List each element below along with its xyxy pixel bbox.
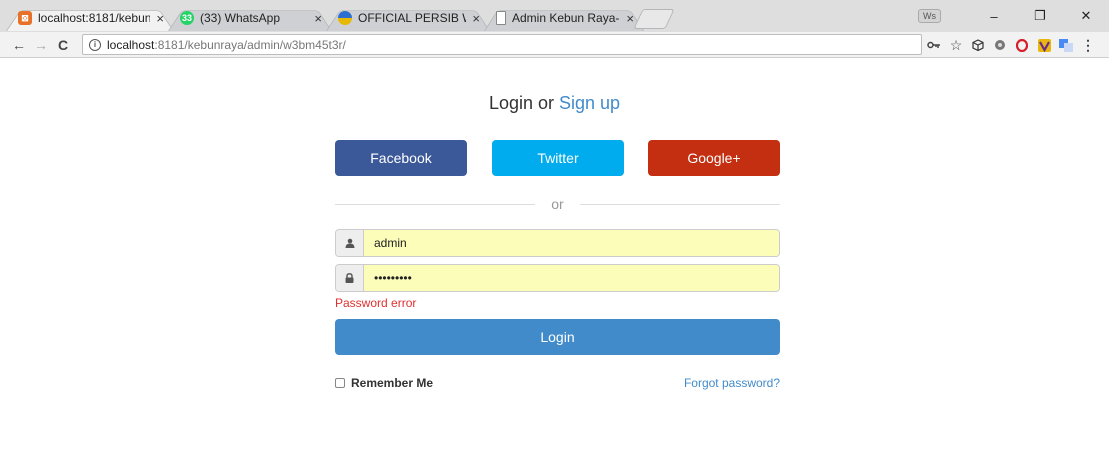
- forgot-password-link[interactable]: Forgot password?: [684, 376, 780, 390]
- back-button[interactable]: ←: [8, 37, 30, 53]
- key-icon[interactable]: [923, 36, 945, 54]
- close-icon[interactable]: ×: [626, 11, 634, 26]
- close-window-button[interactable]: ✕: [1063, 8, 1109, 24]
- persib-icon: [338, 11, 352, 25]
- or-divider: or: [335, 196, 780, 212]
- username-input[interactable]: [364, 230, 779, 256]
- heading-text: Login or: [488, 93, 559, 113]
- star-icon[interactable]: ☆: [945, 36, 967, 54]
- remember-me-label: Remember Me: [351, 376, 434, 390]
- whatsapp-icon: 33: [180, 11, 194, 25]
- tab-whatsapp[interactable]: 33 (33) WhatsApp ×: [168, 5, 332, 31]
- url-host: localhost: [107, 37, 155, 52]
- box-icon[interactable]: [967, 36, 989, 54]
- lock-icon: [336, 265, 364, 291]
- tab-title: OFFICIAL PERSIB WEB: [358, 11, 466, 25]
- tab-localhost[interactable]: ⊠ localhost:8181/kebunraya ×: [6, 5, 174, 31]
- tab-title: Admin Kebun Raya-LIPI: [512, 11, 620, 25]
- restore-button[interactable]: ❐: [1017, 8, 1063, 24]
- forward-button[interactable]: →: [30, 37, 52, 53]
- remember-me-checkbox[interactable]: [335, 378, 345, 388]
- password-error-message: Password error: [335, 296, 417, 310]
- tab-persib[interactable]: OFFICIAL PERSIB WEB ×: [326, 5, 490, 31]
- facebook-login-button[interactable]: Facebook: [335, 140, 467, 176]
- opera-icon[interactable]: [1011, 36, 1033, 54]
- tab-strip: ⊠ localhost:8181/kebunraya × 33 (33) Wha…: [0, 0, 1109, 32]
- url-path: :8181/kebunraya/admin/w3bm45t3r/: [154, 37, 346, 52]
- page-icon: [496, 11, 506, 25]
- minimize-button[interactable]: –: [971, 9, 1017, 24]
- vivaldi-icon[interactable]: [1033, 36, 1055, 54]
- twitter-login-button[interactable]: Twitter: [492, 140, 624, 176]
- extension-bar: ☆ ⋮: [923, 36, 1099, 54]
- tab-admin-kebun-raya[interactable]: Admin Kebun Raya-LIPI ×: [484, 5, 644, 31]
- username-group: [335, 229, 780, 257]
- remember-me[interactable]: Remember Me: [335, 376, 433, 390]
- tab-title: (33) WhatsApp: [200, 11, 281, 25]
- translate-icon[interactable]: [1055, 36, 1077, 54]
- signup-link[interactable]: Sign up: [559, 93, 620, 113]
- profile-badge[interactable]: Ws: [918, 9, 941, 23]
- tab-title: localhost:8181/kebunraya: [38, 11, 151, 25]
- menu-icon[interactable]: ⋮: [1077, 36, 1099, 54]
- google-login-button[interactable]: Google+: [648, 140, 780, 176]
- close-icon[interactable]: ×: [314, 11, 322, 26]
- login-button[interactable]: Login: [335, 319, 780, 355]
- browser-toolbar: ← → C i localhost :8181/kebunraya/admin/…: [0, 32, 1109, 58]
- divider-line: [580, 204, 780, 205]
- close-icon[interactable]: ×: [472, 11, 480, 26]
- browser-window: ⊠ localhost:8181/kebunraya × 33 (33) Wha…: [0, 0, 1109, 462]
- address-bar[interactable]: i localhost :8181/kebunraya/admin/w3bm45…: [82, 34, 922, 55]
- user-icon: [336, 230, 364, 256]
- password-group: [335, 264, 780, 292]
- password-input[interactable]: [364, 265, 779, 291]
- reload-button[interactable]: C: [52, 37, 74, 53]
- extension-icon[interactable]: [989, 36, 1011, 54]
- page-content: Login or Sign up Facebook Twitter Google…: [0, 58, 1109, 462]
- login-heading: Login or Sign up: [0, 93, 1109, 114]
- xampp-favicon-icon: ⊠: [18, 11, 32, 25]
- info-icon[interactable]: i: [89, 38, 101, 51]
- window-controls: Ws – ❐ ✕: [918, 0, 1109, 32]
- close-icon[interactable]: ×: [156, 11, 164, 26]
